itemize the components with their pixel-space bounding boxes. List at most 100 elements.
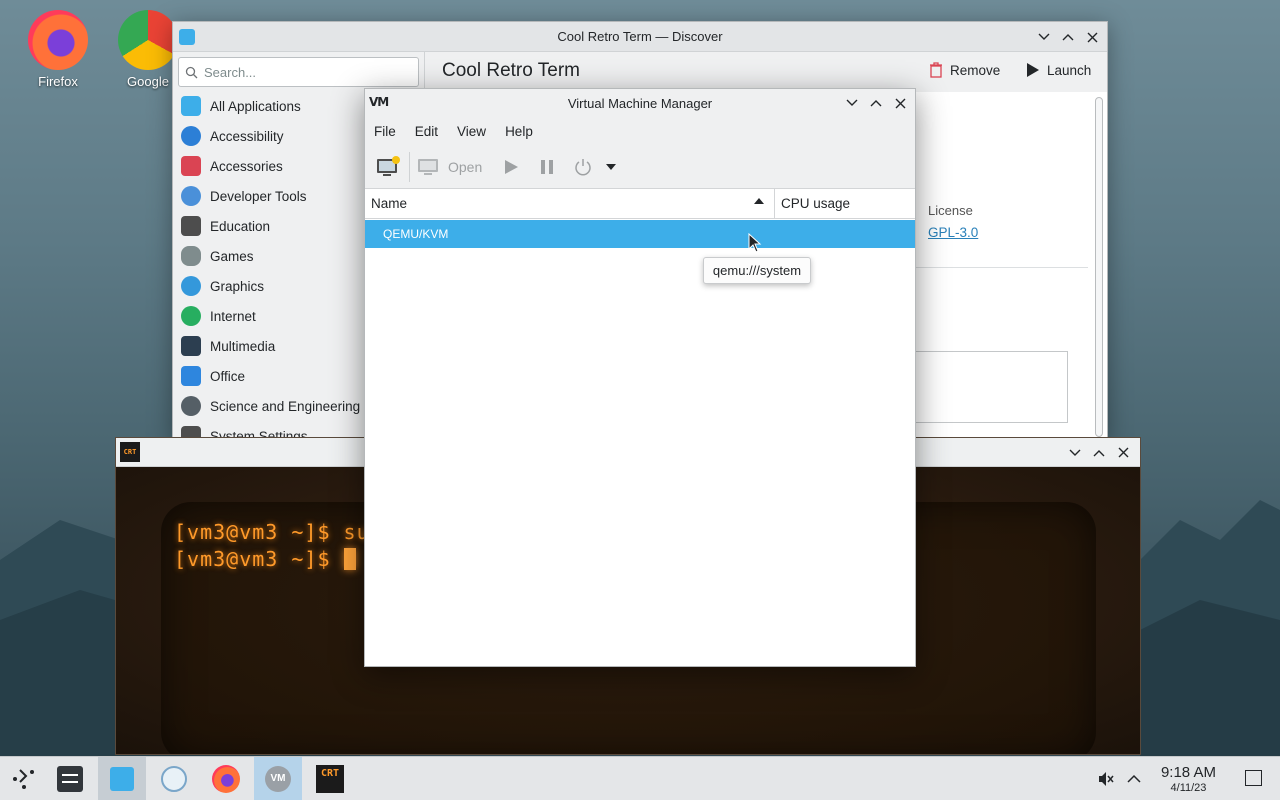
task-system-settings[interactable] <box>46 757 94 800</box>
task-firefox[interactable] <box>202 757 250 800</box>
connection-tooltip: qemu:///system <box>703 257 811 284</box>
desktop-icon-label: Firefox <box>38 74 78 89</box>
column-header: Name CPU usage <box>365 189 915 219</box>
app-title: Cool Retro Term <box>442 60 580 81</box>
task-discover[interactable] <box>98 757 146 800</box>
category-label: Office <box>210 368 246 384</box>
power-icon <box>575 158 591 175</box>
category-label: Graphics <box>210 278 265 294</box>
show-desktop-icon[interactable] <box>1245 770 1262 786</box>
trash-icon <box>930 62 942 78</box>
column-separator[interactable] <box>774 189 775 219</box>
monitor-icon <box>418 158 438 175</box>
vmm-logo-icon: VM <box>369 95 389 109</box>
tray-expand-icon[interactable] <box>1127 772 1141 786</box>
firefox-icon <box>28 10 88 70</box>
scrollbar[interactable] <box>1095 97 1103 437</box>
task-cool-retro-term[interactable]: CRT <box>306 757 354 800</box>
category-label: Internet <box>210 308 256 324</box>
column-name[interactable]: Name <box>371 196 407 211</box>
task-coral-app[interactable] <box>150 757 198 800</box>
minimize-button[interactable] <box>1066 444 1084 462</box>
vmm-titlebar[interactable]: VM Virtual Machine Manager <box>365 89 915 117</box>
discover-icon <box>110 767 134 791</box>
volume-muted-icon[interactable] <box>1097 770 1115 788</box>
firefox-icon <box>212 765 240 793</box>
maximize-button[interactable] <box>1090 444 1108 462</box>
category-label: Multimedia <box>210 338 276 354</box>
close-button[interactable] <box>1114 444 1132 462</box>
crt-icon: CRT <box>316 765 344 793</box>
search-placeholder: Search... <box>204 64 257 80</box>
all-applications-icon <box>181 96 201 116</box>
office-icon <box>181 366 201 386</box>
launch-label: Launch <box>1047 62 1092 78</box>
open-button[interactable]: Open <box>416 152 482 182</box>
internet-icon <box>181 306 201 326</box>
coral-icon <box>161 766 187 792</box>
menubar: File Edit View Help <box>365 117 915 145</box>
discover-titlebar[interactable]: Cool Retro Term — Discover <box>173 22 1107 52</box>
application-launcher-button[interactable] <box>0 757 48 800</box>
review-box <box>914 351 1068 423</box>
crt-app-icon: CRT <box>120 442 140 462</box>
mouse-cursor-icon <box>748 233 762 253</box>
category-label: Education <box>210 218 271 234</box>
terminal-cursor <box>343 548 356 570</box>
terminal-prompt: [vm3@vm3 ~]$ <box>174 547 344 571</box>
taskbar: VM CRT 9:18 AM 4/11/23 <box>0 756 1280 800</box>
virtual-machine-manager-window: VM Virtual Machine Manager File Edit Vie… <box>364 88 916 667</box>
category-label: Accessibility <box>210 128 284 144</box>
menu-help[interactable]: Help <box>505 124 533 139</box>
play-icon <box>1027 63 1039 77</box>
category-label: Science and Engineering <box>210 398 361 414</box>
column-cpu-usage[interactable]: CPU usage <box>781 196 850 211</box>
crt-badge: CRT <box>123 448 137 456</box>
remove-button[interactable]: Remove <box>929 62 1000 78</box>
close-button[interactable] <box>1083 28 1101 46</box>
multimedia-icon <box>181 336 201 356</box>
new-vm-icon <box>377 155 400 176</box>
new-vm-button[interactable] <box>375 151 410 182</box>
shutdown-menu-button[interactable] <box>604 152 618 182</box>
clock[interactable]: 9:18 AM 4/11/23 <box>1161 765 1216 795</box>
search-icon <box>185 66 198 78</box>
pause-icon <box>541 159 554 174</box>
education-icon <box>181 216 201 236</box>
app-launcher-icon <box>13 769 34 789</box>
pause-button[interactable] <box>532 152 562 182</box>
connection-row[interactable]: QEMU/KVM <box>365 220 915 248</box>
category-label: Developer Tools <box>210 188 307 204</box>
desktop-icon-firefox[interactable]: Firefox <box>18 10 98 89</box>
run-button[interactable] <box>496 152 526 182</box>
chevron-down-icon <box>606 163 617 170</box>
launch-button[interactable]: Launch <box>1026 62 1091 78</box>
minimize-button[interactable] <box>1035 28 1053 46</box>
remove-label: Remove <box>950 62 1001 78</box>
search-input[interactable]: Search... <box>178 57 419 87</box>
license-link[interactable]: GPL-3.0 <box>928 225 978 240</box>
maximize-button[interactable] <box>867 94 885 112</box>
window-title: Cool Retro Term — Discover <box>557 29 723 44</box>
play-icon <box>505 159 519 174</box>
divider <box>915 267 1088 268</box>
maximize-button[interactable] <box>1059 28 1077 46</box>
license-label: License <box>928 203 973 218</box>
shutdown-button[interactable] <box>568 152 598 182</box>
category-label: Games <box>210 248 254 264</box>
window-title: Virtual Machine Manager <box>567 95 713 111</box>
close-button[interactable] <box>891 94 909 112</box>
games-icon <box>181 246 201 266</box>
terminal-line: [vm3@vm3 ~]$ su <box>174 520 370 544</box>
sort-ascending-icon <box>754 198 764 204</box>
connection-name: QEMU/KVM <box>383 227 449 241</box>
chrome-icon <box>118 10 178 70</box>
minimize-button[interactable] <box>843 94 861 112</box>
discover-app-icon <box>179 29 195 45</box>
terminal-line: [vm3@vm3 ~]$ <box>174 547 356 571</box>
menu-file[interactable]: File <box>374 124 396 139</box>
task-virtual-machine-manager[interactable]: VM <box>254 757 302 800</box>
menu-view[interactable]: View <box>457 124 486 139</box>
menu-edit[interactable]: Edit <box>415 124 438 139</box>
developer-tools-icon <box>181 186 201 206</box>
